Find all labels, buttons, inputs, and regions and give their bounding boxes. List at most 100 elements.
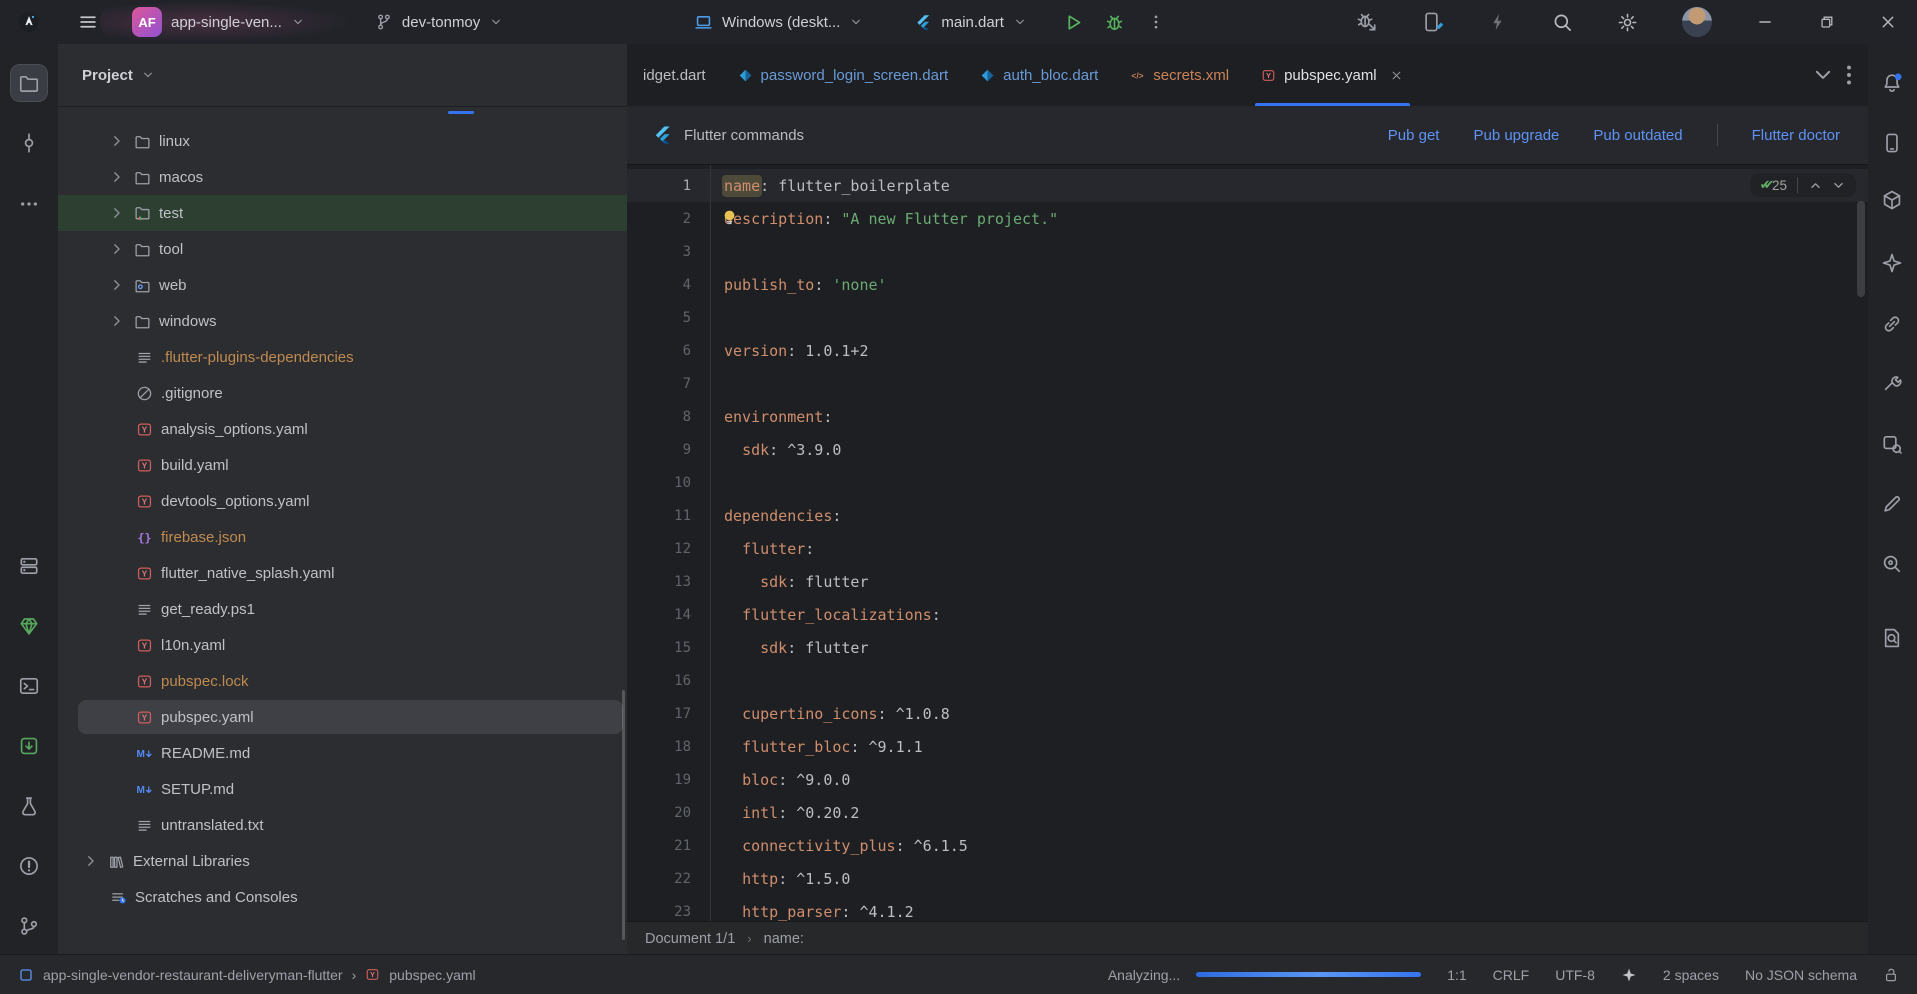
- app-links-assistant-icon[interactable]: [1874, 306, 1910, 342]
- chevron-right-icon[interactable]: [108, 204, 126, 222]
- tab-close-icon[interactable]: [1389, 68, 1404, 83]
- tree-item-devtools-options-yaml[interactable]: Ydevtools_options.yaml: [58, 483, 627, 519]
- pub-get-link[interactable]: Pub get: [1388, 127, 1440, 144]
- indent-setting[interactable]: 2 spaces: [1663, 967, 1719, 983]
- unlock-icon[interactable]: [1883, 967, 1899, 983]
- chevron-right-icon[interactable]: [108, 132, 126, 150]
- caret-position[interactable]: 1:1: [1447, 967, 1466, 983]
- debug-button[interactable]: [1104, 12, 1125, 33]
- tree-item-pubspec-lock[interactable]: Ypubspec.lock: [58, 663, 627, 699]
- chevron-right-icon[interactable]: [108, 240, 126, 258]
- line-content: publish_to: 'none': [691, 276, 887, 294]
- hidden-tabs-chevron-down-icon[interactable]: [1810, 44, 1836, 106]
- chevron-right-icon[interactable]: [82, 852, 100, 870]
- terminal-tool-window-icon[interactable]: [11, 668, 47, 704]
- window-restore-button[interactable]: [1818, 14, 1835, 31]
- build-tool-window-icon[interactable]: [11, 788, 47, 824]
- tree-item-flutter-native-splash-yaml[interactable]: Yflutter_native_splash.yaml: [58, 555, 627, 591]
- tree-item-l10n-yaml[interactable]: Yl10n.yaml: [58, 627, 627, 663]
- flutter-doctor-link[interactable]: Flutter doctor: [1752, 127, 1840, 144]
- tab-password-login-screen-dart[interactable]: password_login_screen.dart: [722, 44, 965, 106]
- chevron-right-icon[interactable]: [108, 168, 126, 186]
- main-menu-hamburger-icon[interactable]: [78, 12, 98, 32]
- find-usages-icon[interactable]: [1874, 546, 1910, 582]
- project-scrollbar[interactable]: [622, 690, 625, 940]
- pub-upgrade-link[interactable]: Pub upgrade: [1473, 127, 1559, 144]
- tree-item-firebase-json[interactable]: {}firebase.json: [58, 519, 627, 555]
- settings-gear-icon[interactable]: [1617, 12, 1638, 33]
- device-manager-flutter-icon[interactable]: [1422, 11, 1444, 33]
- tree-item-label: SETUP.md: [161, 781, 234, 798]
- tree-item-linux[interactable]: linux: [58, 123, 627, 159]
- more-tool-windows-icon[interactable]: [11, 186, 47, 222]
- breadcrumb-name[interactable]: name:: [764, 931, 804, 947]
- user-avatar[interactable]: [1682, 7, 1712, 37]
- dependencies-tool-window-icon[interactable]: [11, 728, 47, 764]
- dart-analysis-icon[interactable]: [11, 608, 47, 644]
- tree-item-setup-md[interactable]: MSETUP.md: [58, 771, 627, 807]
- inspections-widget[interactable]: ✔✔ 25: [1750, 173, 1856, 197]
- version-control-tool-window-icon[interactable]: [11, 908, 47, 944]
- flutter-inspector-icon[interactable]: [1874, 245, 1910, 281]
- tree-item-test[interactable]: test: [58, 195, 627, 231]
- more-run-options-kebab-icon[interactable]: [1147, 13, 1165, 31]
- dart-sparkle-icon[interactable]: [1621, 967, 1637, 983]
- attach-debugger-icon[interactable]: [1356, 11, 1378, 33]
- commit-tool-window-icon[interactable]: [11, 125, 47, 161]
- chevron-right-icon[interactable]: [108, 312, 126, 330]
- tree-item-get-ready-ps1[interactable]: get_ready.ps1: [58, 591, 627, 627]
- window-close-button[interactable]: [1879, 13, 1897, 31]
- tree-item-build-yaml[interactable]: Ybuild.yaml: [58, 447, 627, 483]
- status-module-name[interactable]: app-single-vendor-restaurant-deliveryman…: [43, 967, 343, 983]
- tab-idget-dart[interactable]: idget.dart: [627, 44, 722, 106]
- run-button[interactable]: [1063, 12, 1084, 33]
- tree-item-pubspec-yaml[interactable]: Ypubspec.yaml: [58, 699, 627, 735]
- editor-scrollbar[interactable]: [1857, 201, 1865, 297]
- window-minimize-button[interactable]: [1756, 13, 1774, 31]
- device-manager-icon[interactable]: [1874, 125, 1910, 161]
- code-line-1: 1name: flutter_boilerplate: [627, 169, 1868, 202]
- status-file-name[interactable]: pubspec.yaml: [389, 967, 475, 983]
- gemini-edit-icon[interactable]: [1874, 486, 1910, 522]
- search-everywhere-icon[interactable]: [1552, 12, 1573, 33]
- tab-auth-bloc-dart[interactable]: auth_bloc.dart: [964, 44, 1114, 106]
- project-switcher[interactable]: AF app-single-ven...: [126, 6, 311, 38]
- structure-tool-window-icon[interactable]: [11, 548, 47, 584]
- file-encoding[interactable]: UTF-8: [1555, 967, 1595, 983]
- build-tools-icon[interactable]: [1874, 365, 1910, 401]
- breadcrumb-document[interactable]: Document 1/1: [645, 931, 735, 947]
- problems-tool-window-icon[interactable]: [11, 848, 47, 884]
- project-panel-header[interactable]: Project: [58, 44, 627, 107]
- tree-item-analysis-options-yaml[interactable]: Yanalysis_options.yaml: [58, 411, 627, 447]
- code-editor[interactable]: 1name: flutter_boilerplate2description: …: [627, 165, 1868, 921]
- run-configuration-selector[interactable]: main.dart: [909, 13, 1033, 32]
- tree-item-macos[interactable]: macos: [58, 159, 627, 195]
- tree-item--gitignore[interactable]: .gitignore: [58, 375, 627, 411]
- tree-item-windows[interactable]: windows: [58, 303, 627, 339]
- tree-item-web[interactable]: web: [58, 267, 627, 303]
- notifications-icon[interactable]: [1874, 65, 1910, 101]
- tree-item--flutter-plugins-dependencies[interactable]: .flutter-plugins-dependencies: [58, 339, 627, 375]
- lightning-bolt-icon[interactable]: [1488, 12, 1508, 32]
- pub-outdated-link[interactable]: Pub outdated: [1593, 127, 1682, 144]
- git-branch-widget[interactable]: dev-tonmoy: [369, 12, 509, 32]
- project-tool-window-icon[interactable]: [11, 65, 47, 101]
- tree-item-external-libraries[interactable]: External Libraries: [58, 843, 627, 879]
- search-document-icon[interactable]: [1874, 620, 1910, 656]
- tree-item-tool[interactable]: tool: [58, 231, 627, 267]
- plugins-search-icon[interactable]: [1874, 426, 1910, 462]
- tab-options-kebab-icon[interactable]: [1836, 44, 1862, 106]
- json-schema-setting[interactable]: No JSON schema: [1745, 967, 1857, 983]
- line-separator[interactable]: CRLF: [1493, 967, 1530, 983]
- chevron-right-icon[interactable]: [108, 276, 126, 294]
- next-problem-chevron-down-icon[interactable]: [1831, 178, 1846, 193]
- tab-secrets-xml[interactable]: </>secrets.xml: [1114, 44, 1245, 106]
- tree-item-readme-md[interactable]: MREADME.md: [58, 735, 627, 771]
- intention-lightbulb-icon[interactable]: [720, 208, 739, 227]
- tree-item-scratches-and-consoles[interactable]: Scratches and Consoles: [58, 879, 627, 915]
- previous-problem-chevron-up-icon[interactable]: [1808, 178, 1823, 193]
- gradle-icon[interactable]: [1874, 182, 1910, 218]
- tree-item-untranslated-txt[interactable]: untranslated.txt: [58, 807, 627, 843]
- tab-pubspec-yaml[interactable]: Ypubspec.yaml: [1245, 44, 1420, 106]
- device-selector[interactable]: Windows (deskt...: [688, 12, 869, 33]
